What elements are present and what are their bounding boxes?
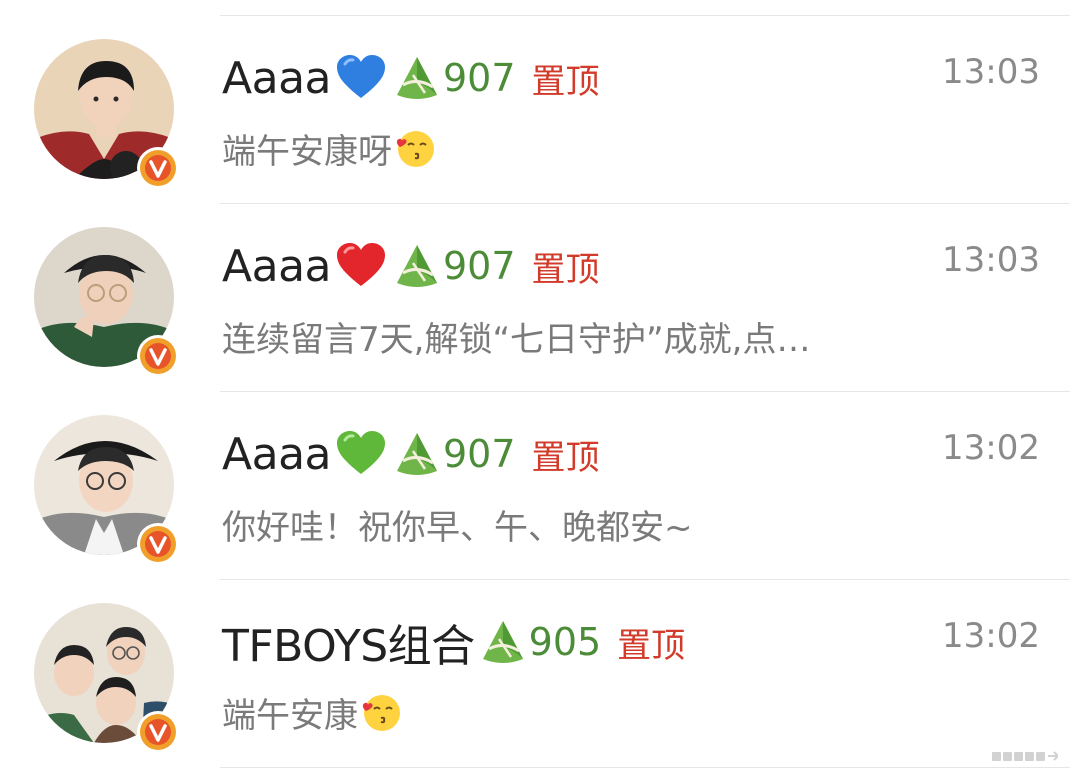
message-preview: 端午安康 bbox=[222, 695, 358, 736]
pinned-label: 置顶 bbox=[531, 249, 600, 290]
pinned-label: 置顶 bbox=[531, 61, 600, 102]
name-line: TFBOYS组合 905 置顶 bbox=[222, 612, 685, 672]
level-number: 907 bbox=[443, 432, 516, 476]
message-line: 你好哇！祝你早、午、晚都安~ bbox=[222, 496, 693, 552]
timestamp: 13:02 bbox=[942, 616, 1040, 656]
divider bbox=[220, 767, 1070, 768]
level-number: 907 bbox=[443, 244, 516, 288]
timestamp: 13:03 bbox=[942, 240, 1040, 280]
kiss-emoji-icon bbox=[360, 691, 402, 733]
name-line: Aaaa 907 置顶 bbox=[222, 424, 600, 484]
timestamp: 13:02 bbox=[942, 428, 1040, 468]
contact-name: Aaaa bbox=[222, 52, 332, 104]
message-line: 端午安康呀 bbox=[222, 120, 436, 176]
contact-name: Aaaa bbox=[222, 428, 332, 480]
timestamp: 13:03 bbox=[942, 52, 1040, 92]
name-line: Aaaa 907 置顶 bbox=[222, 236, 600, 296]
zongzi-icon bbox=[481, 619, 525, 665]
red-heart-icon bbox=[335, 242, 387, 290]
verified-v-icon bbox=[136, 334, 180, 378]
contact-name: Aaaa bbox=[222, 240, 332, 292]
kiss-emoji-icon bbox=[394, 127, 436, 169]
conversation-row[interactable]: Aaaa 907 置顶 13:02 你好哇！祝你早、午、晚都安~ bbox=[0, 376, 1070, 566]
pinned-label: 置顶 bbox=[531, 437, 600, 478]
conversation-row[interactable]: TFBOYS组合 905 置顶 13:02 端午安康 bbox=[0, 564, 1070, 754]
conversation-list: Aaaa 907 置顶 13:03 端午安康呀 Aaaa 907 置顶 13:0… bbox=[0, 0, 1070, 779]
blue-heart-icon bbox=[335, 54, 387, 102]
green-heart-icon bbox=[335, 430, 387, 478]
message-preview: 端午安康呀 bbox=[222, 131, 392, 172]
conversation-row[interactable]: Aaaa 907 置顶 13:03 端午安康呀 bbox=[0, 0, 1070, 190]
message-line: 连续留言7天,解锁“七日守护”成就,点… bbox=[222, 308, 810, 364]
message-preview: 你好哇！祝你早、午、晚都安~ bbox=[222, 507, 693, 548]
message-line: 端午安康 bbox=[222, 684, 402, 740]
watermark bbox=[992, 746, 1060, 766]
zongzi-icon bbox=[395, 431, 439, 477]
contact-name: TFBOYS组合 bbox=[222, 621, 475, 672]
message-preview: 连续留言7天,解锁“七日守护”成就,点… bbox=[222, 319, 811, 360]
verified-v-icon bbox=[136, 710, 180, 754]
verified-v-icon bbox=[136, 146, 180, 190]
zongzi-icon bbox=[395, 243, 439, 289]
level-number: 907 bbox=[443, 56, 516, 100]
pinned-label: 置顶 bbox=[617, 625, 686, 666]
zongzi-icon bbox=[395, 55, 439, 101]
level-number: 905 bbox=[528, 620, 602, 664]
verified-v-icon bbox=[136, 522, 180, 566]
name-line: Aaaa 907 置顶 bbox=[222, 48, 600, 108]
conversation-row[interactable]: Aaaa 907 置顶 13:03 连续留言7天,解锁“七日守护”成就,点… bbox=[0, 188, 1070, 378]
